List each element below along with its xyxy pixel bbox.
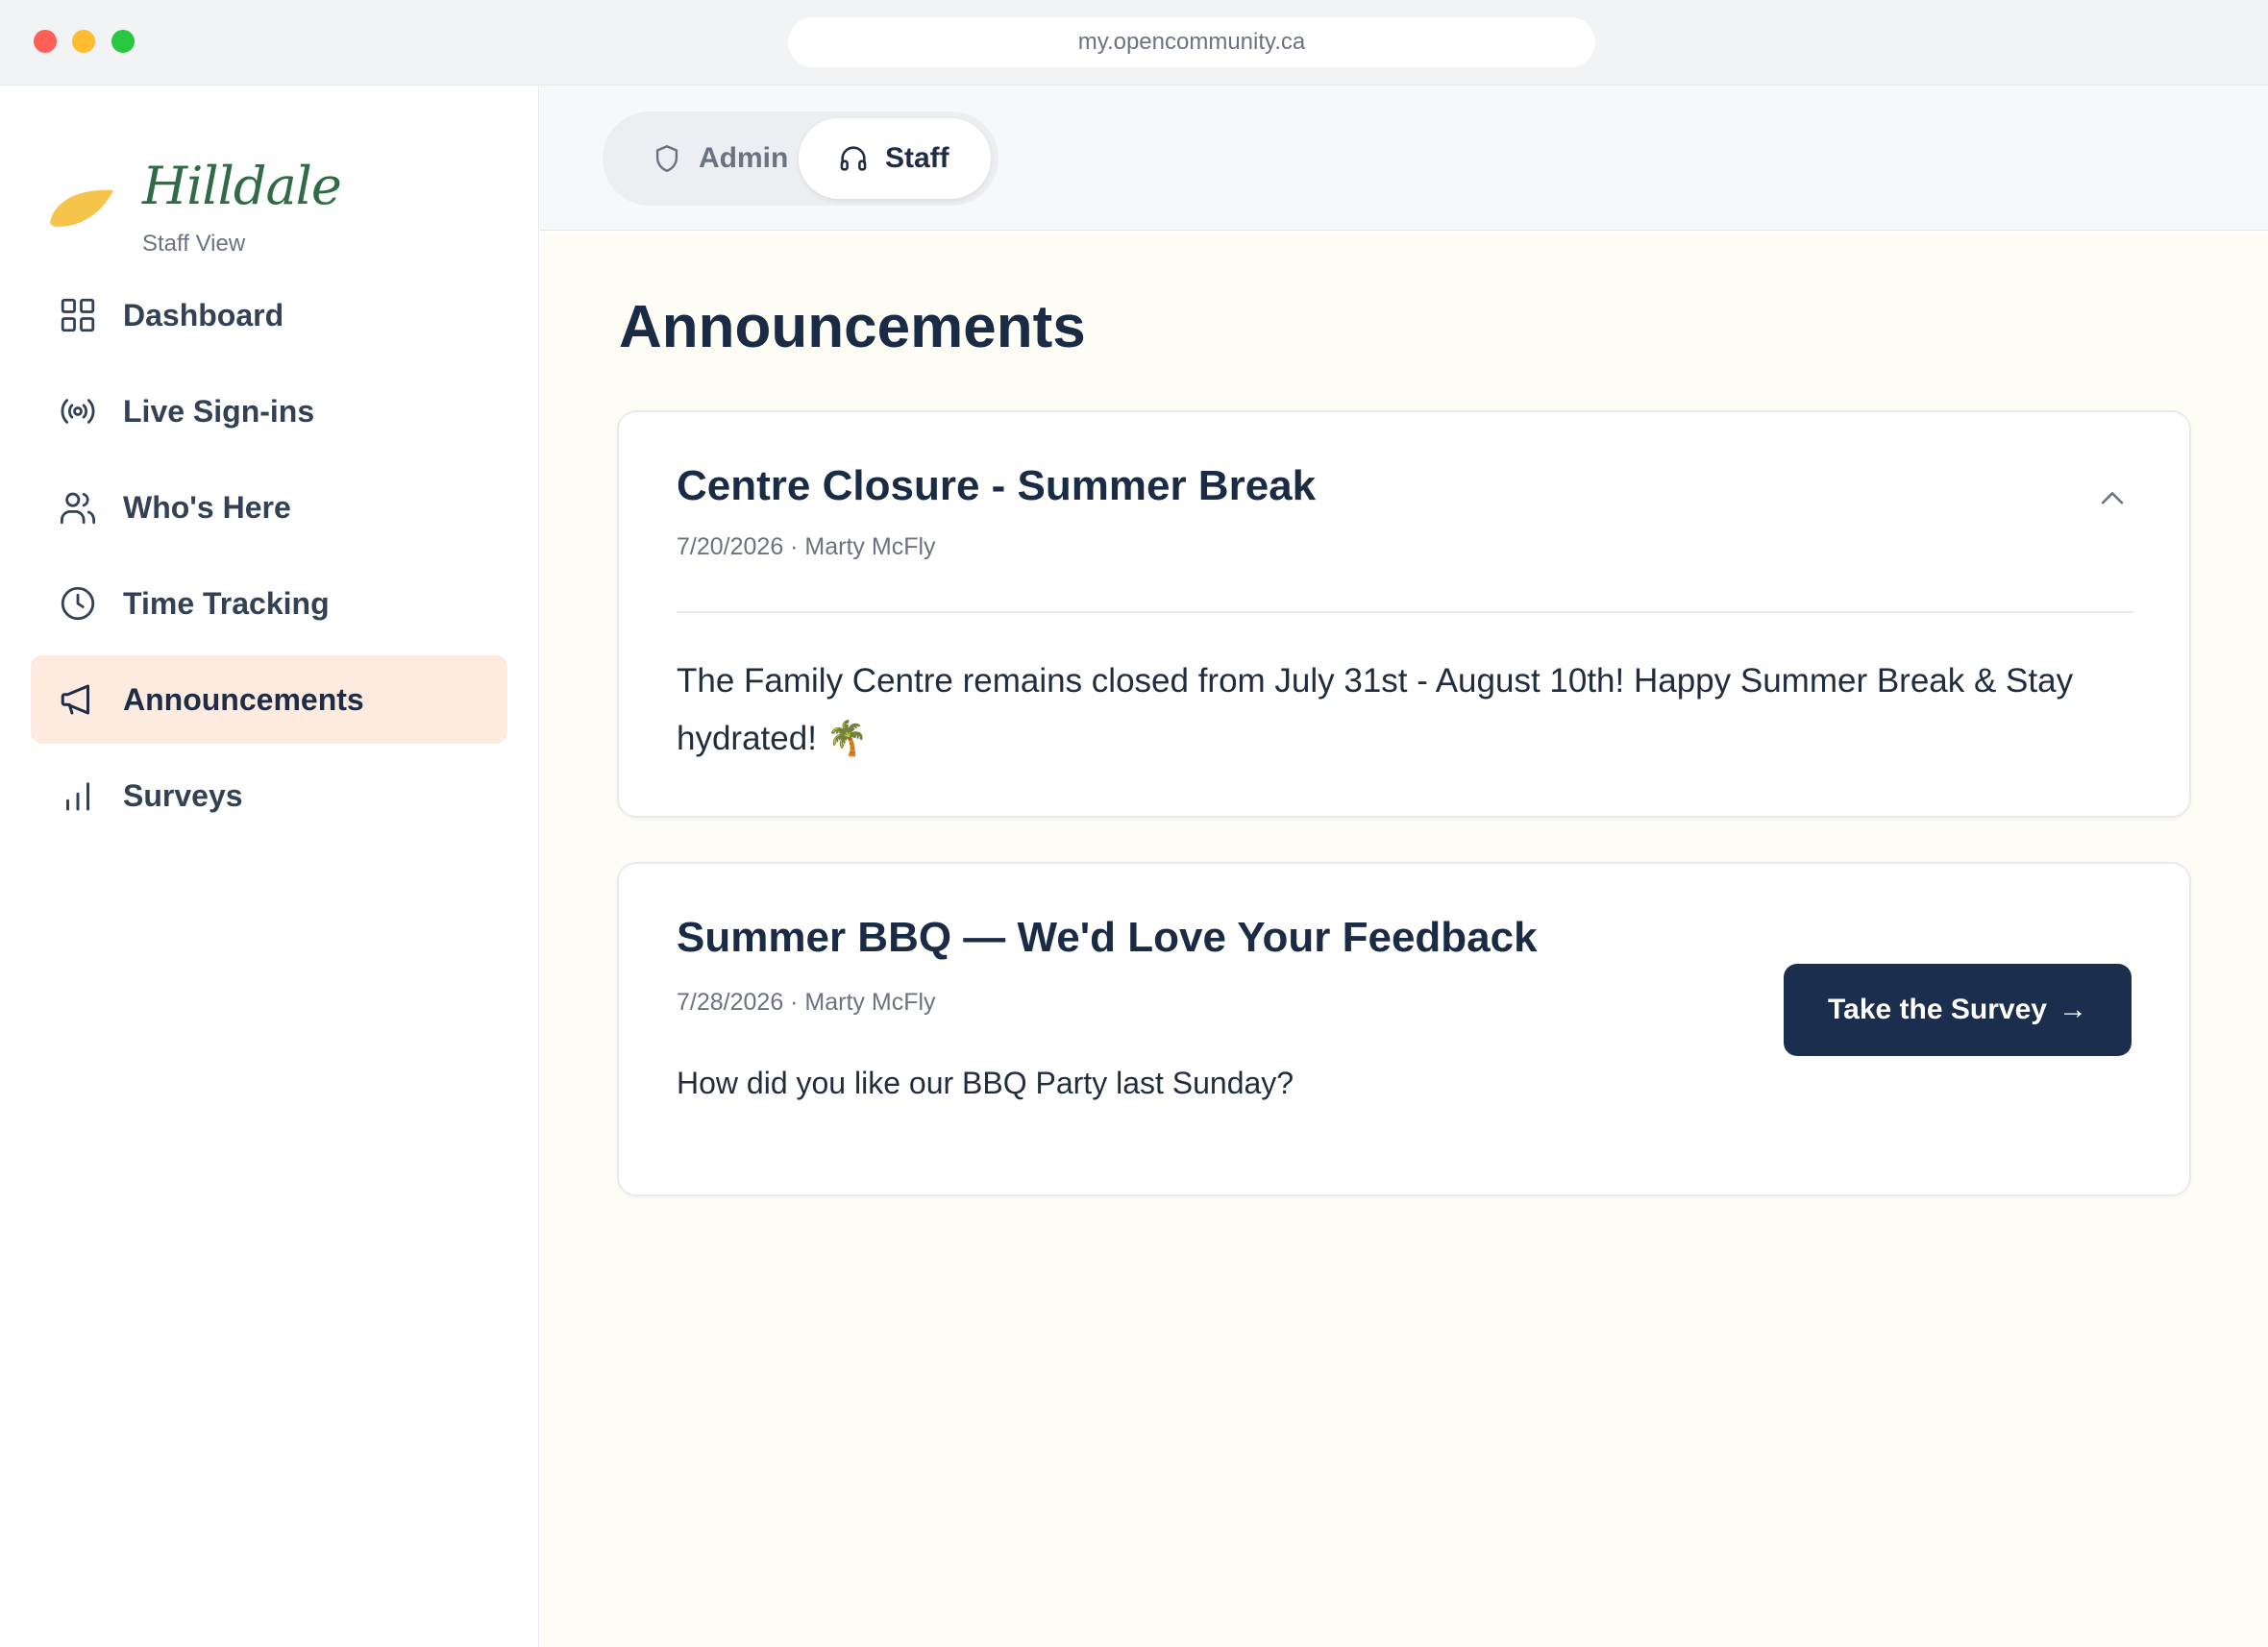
clock-icon [58,583,98,624]
sidebar-item-label: Announcements [123,681,364,717]
arrow-right-icon: → [2058,994,2087,1025]
headphones-icon [840,146,867,171]
role-staff-label: Staff [885,142,949,174]
sidebar-item-label: Time Tracking [123,585,330,621]
announcement-title: Summer BBQ — We'd Love Your Feedback [677,914,1538,961]
card-divider [677,611,2133,613]
announcement-meta: 7/20/2026 · Marty McFly [677,533,936,560]
take-survey-button[interactable]: Take the Survey → [1784,964,2132,1056]
shield-icon [655,145,678,172]
brand-name: Hilldale [142,156,342,216]
top-bar: Admin Staff [540,86,2268,231]
role-toggle: Admin Staff [603,111,998,206]
grid-icon [58,295,98,335]
announcement-title: Centre Closure - Summer Break [677,462,1317,509]
browser-chrome: my.opencommunity.ca [0,0,2268,86]
megaphone-icon [58,679,98,720]
role-admin-label: Admin [699,142,789,174]
bar-chart-icon [58,775,98,816]
minimize-window-button[interactable] [72,30,95,53]
leaf-logo-icon [50,189,113,227]
sidebar-item-dashboard[interactable]: Dashboard [31,271,507,359]
announcement-card: Summer BBQ — We'd Love Your Feedback 7/2… [617,862,2191,1196]
sidebar-item-time-tracking[interactable]: Time Tracking [31,559,507,648]
take-survey-label: Take the Survey [1828,994,2047,1025]
sidebar-item-label: Live Sign-ins [123,393,315,429]
announcement-meta: 7/28/2026 · Marty McFly [677,989,936,1016]
sidebar-item-announcements[interactable]: Announcements [31,655,507,744]
brand-subtitle: Staff View [142,231,246,257]
sidebar-item-whos-here[interactable]: Who's Here [31,463,507,552]
sidebar-item-live-sign-ins[interactable]: Live Sign-ins [31,367,507,455]
sidebar-item-label: Who's Here [123,489,291,525]
main-content: Announcements Centre Closure - Summer Br… [540,232,2268,1647]
announcement-body: The Family Centre remains closed from Ju… [677,662,2074,757]
announcement-body: How did you like our BBQ Party last Sund… [677,1066,1294,1100]
sidebar: Hilldale Staff View Dashboard Live Sign-… [0,86,539,1647]
page-title: Announcements [619,294,1086,360]
broadcast-icon [58,391,98,431]
sidebar-item-label: Dashboard [123,297,284,332]
users-icon [58,487,98,528]
collapse-announcement-button[interactable] [2093,479,2132,518]
maximize-window-button[interactable] [111,30,135,53]
role-staff-button[interactable]: Staff [799,118,991,199]
role-admin-button[interactable]: Admin [610,118,793,199]
brand[interactable]: Hilldale Staff View [46,125,507,257]
sidebar-nav: Dashboard Live Sign-ins Who's Here Time … [31,271,507,848]
sidebar-item-surveys[interactable]: Surveys [31,751,507,840]
close-window-button[interactable] [34,30,57,53]
address-bar[interactable]: my.opencommunity.ca [788,17,1595,67]
sidebar-item-label: Surveys [123,777,243,813]
announcement-card: Centre Closure - Summer Break 7/20/2026 … [617,410,2191,818]
chevron-up-icon [2101,492,2124,504]
